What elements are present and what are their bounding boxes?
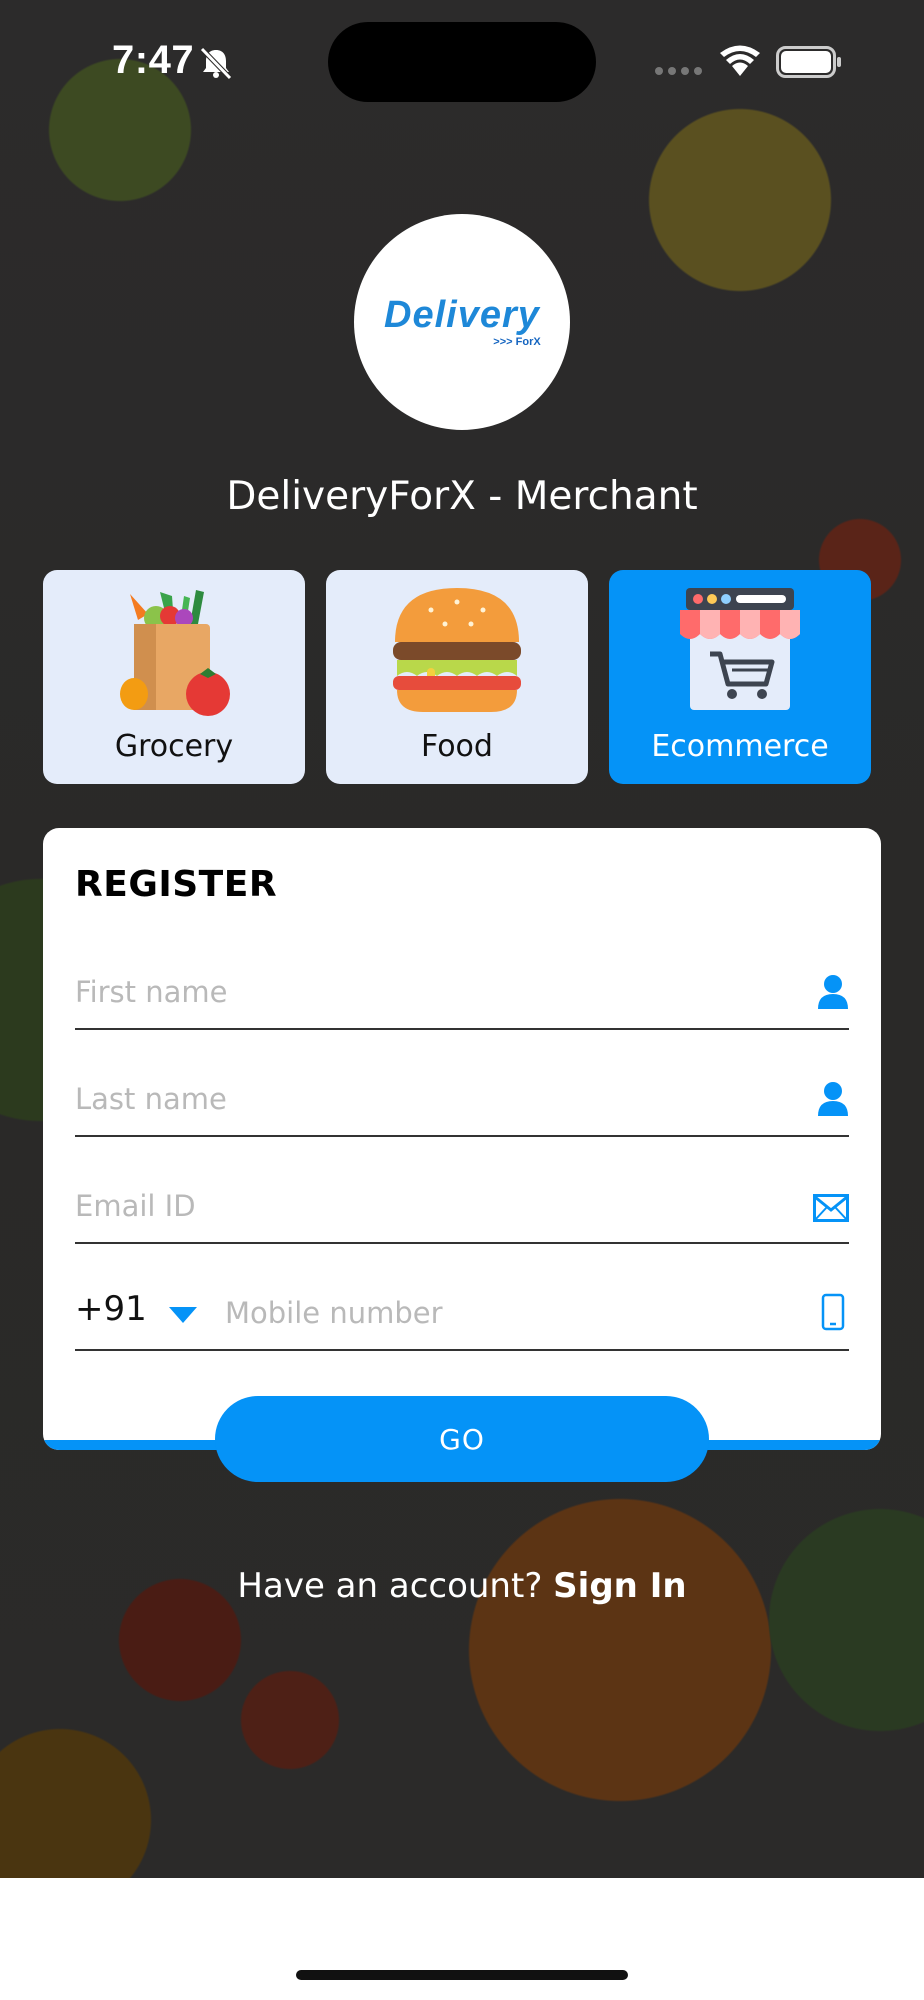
user-icon <box>818 1082 848 1116</box>
go-button[interactable]: GO <box>215 1396 709 1482</box>
camera-notch <box>328 22 596 102</box>
cellular-signal-icon <box>655 67 702 75</box>
chevron-down-icon[interactable] <box>169 1307 197 1323</box>
last-name-input[interactable] <box>75 1073 755 1125</box>
first-name-field <box>75 958 849 1030</box>
sign-in-link[interactable]: Sign In <box>553 1566 686 1606</box>
email-field <box>75 1172 849 1244</box>
register-title: REGISTER <box>75 864 278 905</box>
signin-prompt: Have an account? Sign In <box>0 1566 924 1606</box>
category-card-grocery[interactable]: Grocery <box>43 570 305 784</box>
register-form: REGISTER +91 <box>43 828 881 1450</box>
status-time: 7:47 <box>112 38 195 82</box>
home-indicator[interactable] <box>296 1970 628 1980</box>
bell-muted-icon <box>200 47 232 80</box>
wifi-icon <box>720 45 760 76</box>
smartphone-icon <box>821 1293 845 1331</box>
category-label-ecommerce: Ecommerce <box>651 729 829 764</box>
status-bar: 7:47 <box>0 0 924 120</box>
have-account-text: Have an account? <box>237 1566 543 1606</box>
user-icon <box>818 975 848 1009</box>
category-label-grocery: Grocery <box>114 729 234 764</box>
grocery-bag-icon <box>120 590 230 716</box>
logo-subtext: >>> ForX <box>493 336 541 348</box>
mobile-input[interactable] <box>225 1287 785 1339</box>
category-card-food[interactable]: Food <box>326 570 588 784</box>
logo-wordmark: Delivery <box>384 294 540 336</box>
category-label-food: Food <box>421 729 493 764</box>
last-name-field <box>75 1065 849 1137</box>
app-title: DeliveryForX - Merchant <box>226 474 698 519</box>
email-input[interactable] <box>75 1180 755 1232</box>
country-code[interactable]: +91 <box>75 1289 147 1329</box>
burger-icon <box>393 588 521 712</box>
category-selector: Grocery Food Ecommerce <box>43 570 871 784</box>
first-name-input[interactable] <box>75 966 755 1018</box>
category-card-ecommerce[interactable]: Ecommerce <box>609 570 871 784</box>
mobile-field: +91 <box>75 1279 849 1351</box>
app-logo: Delivery >>> ForX <box>354 214 570 430</box>
shop-cart-icon <box>680 588 800 710</box>
mail-icon <box>813 1194 849 1222</box>
battery-icon <box>776 46 841 78</box>
